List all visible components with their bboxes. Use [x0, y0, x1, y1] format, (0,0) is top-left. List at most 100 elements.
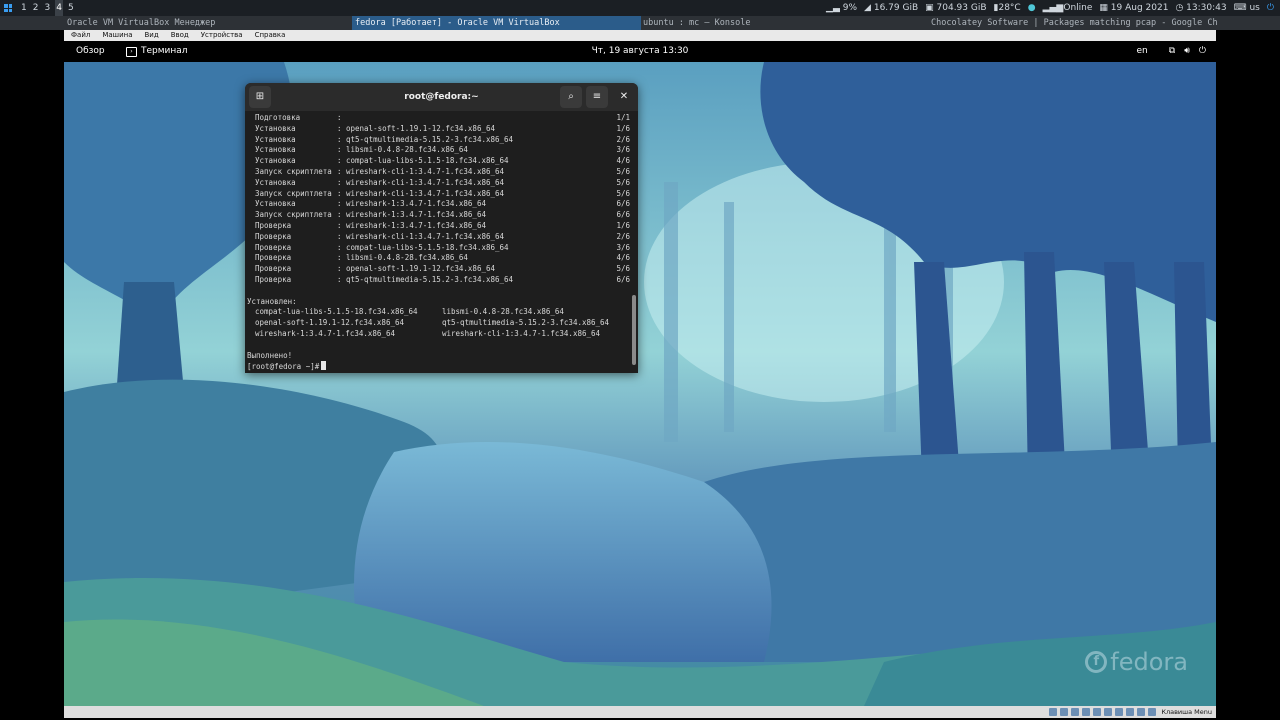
app-tray-icon[interactable]: ● — [1028, 0, 1036, 16]
step-package: wireshark-cli-1:3.4.7-1.fc34.x86_64 — [346, 231, 505, 241]
terminal-output[interactable]: Подготовка: 1/1 Установка: openal-soft-1.19… — [245, 111, 630, 373]
step-package: wireshark-1:3.4.7-1.fc34.x86_64 — [346, 199, 486, 209]
step-count: 4/6 — [616, 253, 630, 263]
installed-row: wireshark-1:3.4.7-1.fc34.x86_64 wireshark… — [247, 329, 630, 340]
step-colon: : — [337, 220, 342, 230]
temp-value: 28°C — [998, 3, 1021, 13]
app-menu-label: Терминал — [141, 46, 188, 56]
workspace-4[interactable]: 4 — [55, 0, 63, 16]
menu-file[interactable]: Файл — [64, 30, 95, 41]
hdd-icon[interactable] — [1049, 708, 1057, 716]
shared-folder-icon[interactable] — [1104, 708, 1112, 716]
cpu-icon[interactable] — [1137, 708, 1145, 716]
terminal-headerbar[interactable]: ⊞ root@fedora:~ ⌕ ≡ ✕ — [245, 83, 638, 111]
workspace-2[interactable]: 2 — [32, 0, 40, 16]
installed-row: openal-soft-1.19.1-12.fc34.x86_64 qt5-qtm… — [247, 318, 630, 329]
close-button[interactable]: ✕ — [613, 86, 635, 108]
menu-devices[interactable]: Устройства — [194, 30, 248, 41]
system-tray[interactable]: en ⧉ 🔊︎ ⏻ — [1137, 41, 1206, 62]
mouse-integration-icon[interactable] — [1148, 708, 1156, 716]
task-fedora-vm[interactable]: fedora [Работает] - Oracle VM VirtualBox — [352, 16, 641, 30]
terminal-scrollbar[interactable] — [632, 295, 636, 365]
task-konsole[interactable]: ubuntu : mc — Konsole — [640, 16, 929, 30]
time-indicator[interactable]: ◷ 13:30:43 — [1175, 0, 1226, 16]
step-colon: : — [337, 264, 342, 274]
host-taskbar: Oracle VM VirtualBox Менеджер fedora [Ра… — [0, 16, 1280, 30]
power-icon[interactable]: ⏻ — [1267, 0, 1274, 16]
step-label: Установка — [255, 145, 296, 155]
task-vbox-manager[interactable]: Oracle VM VirtualBox Менеджер — [64, 16, 353, 30]
step-colon: : — [337, 231, 342, 241]
workspace-1[interactable]: 1 — [20, 0, 28, 16]
step-count: 5/6 — [616, 188, 630, 198]
transaction-step-line: Проверка: libsmi-0.4.8-28.fc34.x86_64 4/6 — [247, 253, 630, 264]
usb-icon[interactable] — [1093, 708, 1101, 716]
transaction-step-line: Подготовка: 1/1 — [247, 113, 630, 124]
step-label: Проверка — [255, 231, 292, 241]
transaction-step-line: Запуск скриптлета: wireshark-cli-1:3.4.7-… — [247, 189, 630, 200]
fedora-infinity-icon: f — [1085, 651, 1108, 673]
step-count: 5/6 — [616, 166, 630, 176]
transaction-step-line: Установка: libsmi-0.4.8-28.fc34.x86_64 3/6 — [247, 145, 630, 156]
workspace-5[interactable]: 5 — [67, 0, 75, 16]
transaction-step-line: Установка: wireshark-1:3.4.7-1.fc34.x86_6… — [247, 199, 630, 210]
workspace-3[interactable]: 3 — [43, 0, 51, 16]
fedora-logo-text: fedora — [1110, 648, 1188, 676]
transaction-step-line: Проверка: openal-soft-1.19.1-12.fc34.x86_… — [247, 264, 630, 275]
installed-row: compat-lua-libs-5.1.5-18.fc34.x86_64 libs… — [247, 307, 630, 318]
step-package: openal-soft-1.19.1-12.fc34.x86_64 — [346, 264, 496, 274]
step-label: Установка — [255, 123, 296, 133]
transaction-step-line: Установка: compat-lua-libs-5.1.5-18.fc34.… — [247, 156, 630, 167]
transaction-step-line: Установка: qt5-qtmultimedia-5.15.2-3.fc34… — [247, 135, 630, 146]
step-count: 3/6 — [616, 242, 630, 252]
step-package: qt5-qtmultimedia-5.15.2-3.fc34.x86_64 — [346, 274, 514, 284]
menu-button[interactable]: ≡ — [586, 86, 608, 108]
search-button[interactable]: ⌕ — [560, 86, 582, 108]
step-colon: : — [337, 134, 342, 144]
keyboard-layout: us — [1249, 3, 1260, 13]
transaction-step-line: Проверка: compat-lua-libs-5.1.5-18.fc34.x… — [247, 243, 630, 254]
clock-icon: ◷ — [1175, 3, 1184, 13]
installed-package: openal-soft-1.19.1-12.fc34.x86_64 — [255, 318, 405, 328]
step-count: 4/6 — [616, 156, 630, 166]
app-menu-terminal[interactable]: › Терминал — [126, 41, 188, 62]
display-icon[interactable] — [1115, 708, 1123, 716]
installed-package: wireshark-cli-1:3.4.7-1.fc34.x86_64 — [442, 328, 601, 338]
recording-icon[interactable] — [1126, 708, 1134, 716]
step-package: wireshark-1:3.4.7-1.fc34.x86_64 — [346, 220, 486, 230]
cpu-indicator: ▁▃ 9% — [826, 0, 857, 16]
step-label: Установка — [255, 177, 296, 187]
menu-input[interactable]: Ввод — [164, 30, 194, 41]
optical-icon[interactable] — [1060, 708, 1068, 716]
menu-view[interactable]: Вид — [138, 30, 164, 41]
transaction-step-line: Запуск скриптлета: wireshark-1:3.4.7-1.fc… — [247, 210, 630, 221]
terminal-window[interactable]: ⊞ root@fedora:~ ⌕ ≡ ✕ Подготовка: 1/1 Уста… — [245, 83, 638, 373]
menu-help[interactable]: Справка — [248, 30, 291, 41]
vbox-menubar: Файл Машина Вид Ввод Устройства Справка — [64, 30, 1216, 41]
date-indicator[interactable]: ▦ 19 Aug 2021 — [1099, 0, 1168, 16]
disk-icon: ▣ — [925, 3, 934, 13]
app-grid-icon[interactable] — [4, 4, 12, 12]
keyboard-icon: ⌨ — [1233, 3, 1247, 13]
step-colon: : — [337, 166, 342, 176]
keyboard-indicator[interactable]: ⌨ us — [1234, 0, 1260, 16]
step-label: Запуск скриптлета — [255, 188, 332, 198]
network-indicator[interactable]: ▂▄▆Online — [1043, 0, 1093, 16]
activities-button[interactable]: Обзор — [76, 41, 105, 62]
task-chrome[interactable]: Chocolatey Software | Packages matching … — [928, 16, 1217, 30]
input-language[interactable]: en — [1137, 41, 1148, 62]
gnome-clock[interactable]: Чт, 19 августа 13:30 — [64, 41, 1216, 62]
prompt-line[interactable]: [root@fedora ~]# — [247, 361, 630, 372]
network-adapter-icon[interactable] — [1082, 708, 1090, 716]
audio-icon[interactable] — [1071, 708, 1079, 716]
step-count: 2/6 — [616, 134, 630, 144]
menu-machine[interactable]: Машина — [95, 30, 137, 41]
transaction-step-line: Проверка: wireshark-1:3.4.7-1.fc34.x86_64… — [247, 221, 630, 232]
host-top-panel: 1 2 3 4 5 ▁▃ 9% ◢ 16.79 GiB ▣ 704.93 GiB… — [0, 0, 1280, 16]
step-label: Проверка — [255, 264, 292, 274]
cpu-value: 9% — [842, 3, 858, 13]
fedora-watermark-logo: f fedora — [1085, 648, 1188, 676]
step-colon: : — [337, 177, 342, 187]
